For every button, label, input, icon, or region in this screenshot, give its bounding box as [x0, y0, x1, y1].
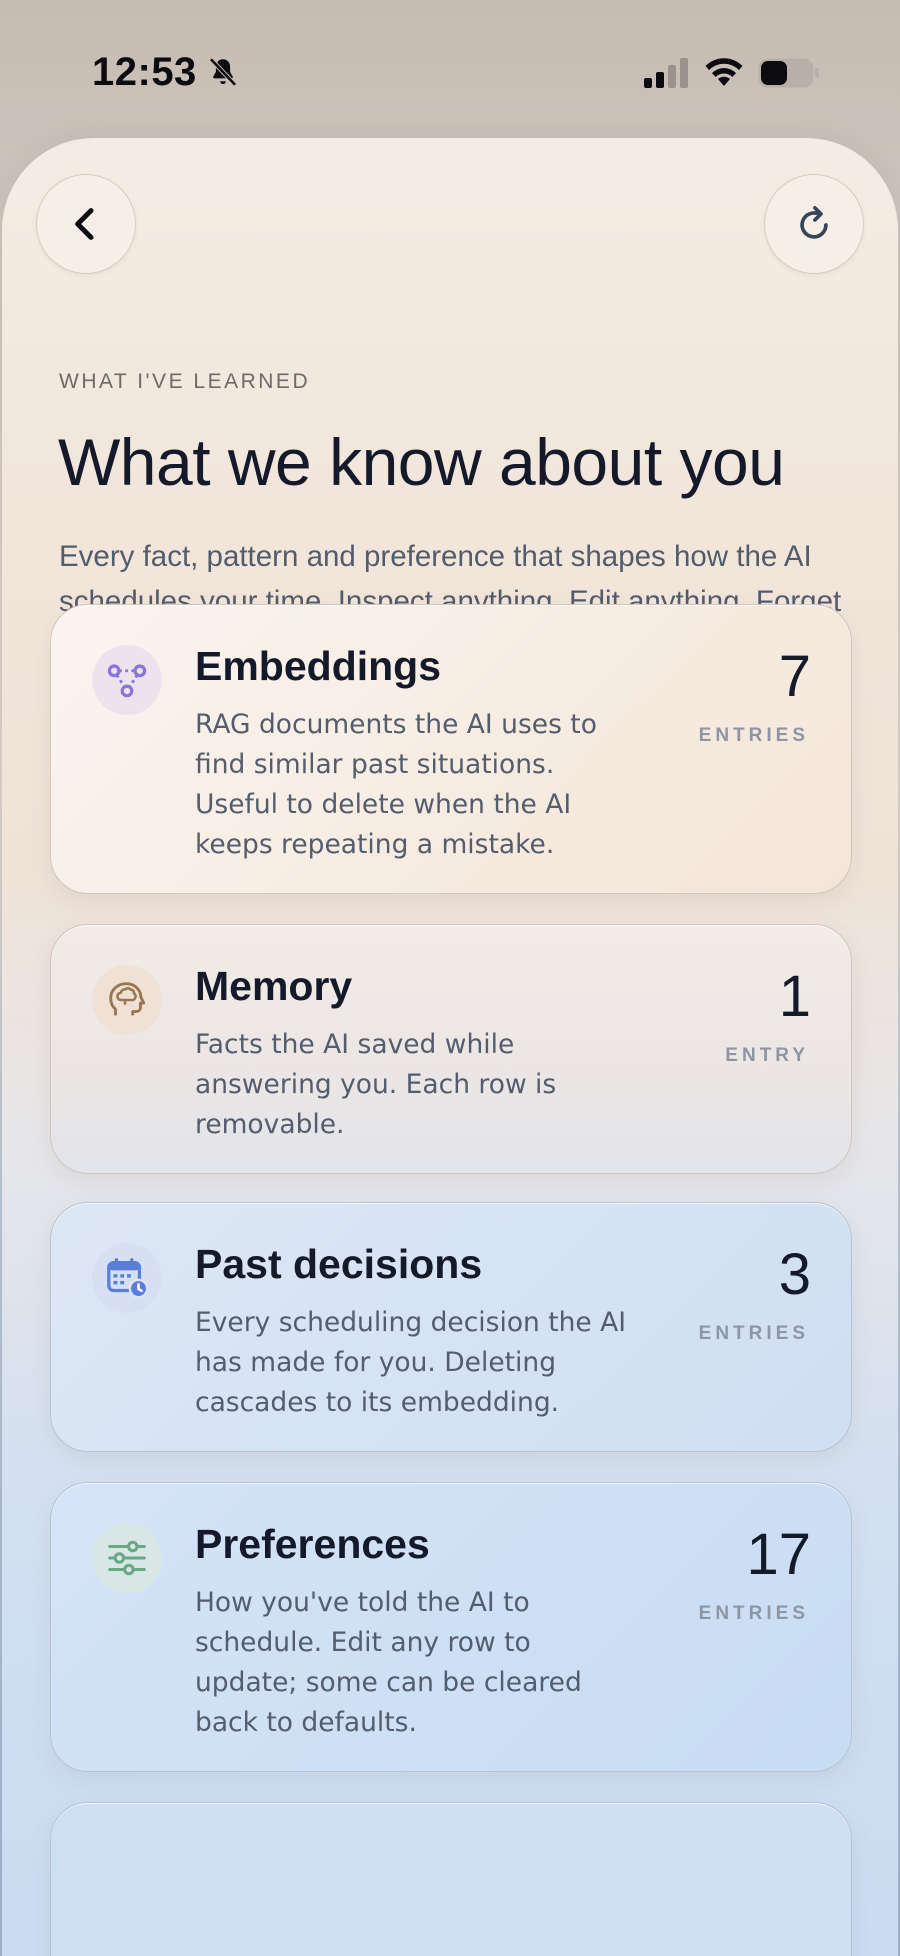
past-decisions-card[interactable]: Past decisions Every scheduling decision… — [50, 1202, 852, 1452]
sliders-icon — [92, 1523, 162, 1593]
status-bar: 12:53 — [0, 0, 900, 140]
brain-head-icon — [92, 965, 162, 1035]
card-count: 17 — [746, 1522, 811, 1587]
chevron-left-icon — [75, 208, 94, 240]
calendar-clock-icon — [92, 1243, 162, 1313]
card-count: 1 — [778, 964, 811, 1029]
graph-nodes-icon — [92, 645, 162, 715]
card-title: Memory — [195, 963, 353, 1009]
back-button[interactable] — [36, 174, 136, 274]
wifi-icon — [705, 58, 743, 86]
bell-slash-icon — [209, 57, 237, 87]
card-description: Every scheduling decision the AI has mad… — [195, 1307, 627, 1418]
memory-card[interactable]: Memory Facts the AI saved while answerin… — [50, 924, 852, 1174]
card-count: 3 — [778, 1242, 811, 1307]
card-count: 7 — [778, 644, 811, 709]
card-description: Facts the AI saved while answering you. … — [195, 1029, 557, 1140]
refresh-button[interactable] — [764, 174, 864, 274]
cellular-signal-icon — [644, 58, 688, 88]
card-unit: ENTRIES — [698, 725, 809, 746]
card-title: Past decisions — [195, 1241, 483, 1287]
preferences-card[interactable]: Preferences How you've told the AI to sc… — [50, 1482, 852, 1772]
status-time: 12:53 — [92, 50, 197, 94]
card-unit: ENTRY — [725, 1045, 809, 1066]
card-title: Preferences — [195, 1521, 430, 1567]
knowledge-sheet: WHAT I'VE LEARNED What we know about you… — [2, 138, 898, 1956]
battery-icon — [758, 58, 819, 88]
page-title: What we know about you — [58, 425, 785, 499]
card-description: RAG documents the AI uses to find simila… — [195, 709, 597, 860]
card-unit: ENTRIES — [698, 1603, 809, 1624]
card-unit: ENTRIES — [698, 1323, 809, 1344]
next-card-partial[interactable] — [50, 1802, 852, 1956]
embeddings-card[interactable]: Embeddings RAG documents the AI uses to … — [50, 604, 852, 894]
refresh-icon — [800, 206, 828, 239]
card-title: Embeddings — [195, 643, 442, 689]
card-description: How you've told the AI to schedule. Edit… — [195, 1587, 582, 1738]
section-eyebrow: WHAT I'VE LEARNED — [59, 370, 311, 393]
